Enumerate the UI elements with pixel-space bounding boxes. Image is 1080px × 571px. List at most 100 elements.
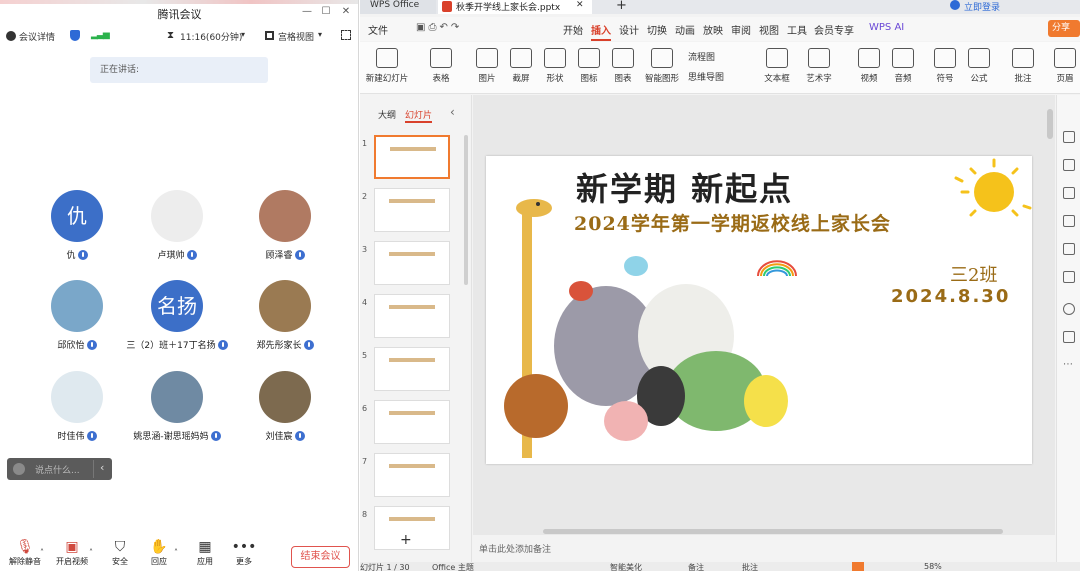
video-button[interactable]: 视频	[852, 48, 886, 84]
comment-button[interactable]: 批注	[1006, 48, 1040, 84]
participant-tile[interactable]: 仇仇	[22, 190, 132, 261]
template-icon[interactable]	[1063, 271, 1075, 283]
fullscreen-icon[interactable]	[341, 30, 351, 40]
table-button[interactable]: 表格	[424, 48, 458, 84]
sidebar-tool-icon[interactable]	[1063, 131, 1075, 143]
app-tab-bar: WPS Office 秋季开学线上家长会.pptx ✕ + 立即登录	[360, 0, 1080, 14]
menu-review[interactable]: 审阅	[731, 22, 751, 37]
chevron-down-icon[interactable]: ▾	[318, 30, 322, 39]
start-video-button[interactable]: ▣ 开启视频	[52, 538, 92, 567]
maximize-icon[interactable]: ☐	[319, 6, 333, 18]
slide-thumbnail[interactable]	[374, 135, 450, 179]
outline-tab[interactable]: 大纲	[378, 108, 396, 121]
notes-area[interactable]: 单击此处添加备注	[473, 537, 1055, 561]
share-button[interactable]: 分享	[1048, 20, 1080, 37]
comment-toggle[interactable]: 批注	[742, 562, 758, 571]
collapse-panel-icon[interactable]: ‹	[450, 105, 455, 119]
menu-view[interactable]: 视图	[759, 22, 779, 37]
play-icon[interactable]	[852, 562, 864, 571]
textbox-button[interactable]: 文本框	[758, 48, 796, 84]
shape-button[interactable]: 形状	[538, 48, 572, 84]
symbol-button[interactable]: 符号	[928, 48, 962, 84]
vertical-scrollbar[interactable]	[1047, 109, 1053, 139]
participant-tile[interactable]: 邱欣怡	[22, 280, 132, 351]
unmute-button[interactable]: 🎙 解除静音	[5, 538, 45, 567]
login-link[interactable]: 立即登录	[964, 0, 1000, 13]
slide-thumbnail[interactable]	[374, 241, 450, 285]
new-tab-icon[interactable]: +	[616, 0, 627, 13]
menu-insert[interactable]: 插入	[591, 22, 611, 41]
smart-graphic-button[interactable]: 智能图形	[640, 48, 684, 84]
quick-access-icons[interactable]: ▣⎙↶↷	[416, 22, 462, 33]
help-icon[interactable]	[1063, 303, 1075, 315]
meeting-details-link[interactable]: 会议详情	[19, 30, 55, 43]
menu-member[interactable]: 会员专享	[814, 22, 854, 37]
chevron-up-icon[interactable]: ˄	[89, 548, 93, 557]
participant-tile[interactable]: 姚思涵-谢思瑶妈妈	[122, 371, 232, 442]
slide-thumbnail[interactable]	[374, 506, 450, 550]
end-meeting-button[interactable]: 结束会议	[291, 546, 350, 568]
menu-design[interactable]: 设计	[619, 22, 639, 37]
chevron-up-icon[interactable]: ˄	[174, 548, 178, 557]
header-button[interactable]: 页眉	[1050, 48, 1080, 84]
wordart-button[interactable]: 艺术字	[800, 48, 838, 84]
more-button[interactable]: ••• 更多	[224, 538, 264, 567]
menu-switch[interactable]: 切换	[647, 22, 667, 37]
slides-tab[interactable]: 幻灯片	[405, 108, 433, 123]
participant-tile[interactable]: 顾泽睿	[230, 190, 340, 261]
close-icon[interactable]: ✕	[339, 6, 353, 18]
menu-slideshow[interactable]: 放映	[703, 22, 723, 37]
screenshot-button[interactable]: 截屏	[504, 48, 538, 84]
chat-input[interactable]: 说点什么... ‹	[7, 458, 112, 480]
menu-wps-ai[interactable]: WPS AI	[869, 22, 904, 33]
notes-toggle[interactable]: 备注	[688, 562, 704, 571]
current-slide[interactable]: 新学期 新起点 2024学年第一学期返校线上家长会 三2班 2024.8.30	[486, 156, 1032, 464]
minimize-icon[interactable]: —	[300, 6, 314, 18]
zoom-level[interactable]: 58%	[924, 562, 942, 571]
icon-button[interactable]: 图标	[572, 48, 606, 84]
menu-file[interactable]: 文件	[368, 22, 388, 37]
flowchart-button[interactable]: 流程图	[688, 50, 715, 63]
close-tab-icon[interactable]: ✕	[576, 0, 584, 10]
add-slide-icon[interactable]: +	[400, 532, 412, 548]
shield-icon[interactable]	[70, 30, 80, 41]
reaction-button[interactable]: ✋ 回应	[139, 538, 179, 567]
grid-icon[interactable]	[265, 31, 274, 40]
collapse-icon[interactable]: ‹	[100, 461, 104, 474]
image-icon[interactable]	[1063, 215, 1075, 227]
participant-tile[interactable]: 时佳伟	[22, 371, 132, 442]
mindmap-button[interactable]: 思维导图	[688, 70, 724, 83]
picture-button[interactable]: 图片	[470, 48, 504, 84]
scrollbar[interactable]	[464, 135, 468, 285]
slide-thumbnail[interactable]	[374, 188, 450, 232]
horizontal-scrollbar[interactable]	[543, 529, 1003, 534]
participant-tile[interactable]: 刘佳宸	[230, 371, 340, 442]
participant-tile[interactable]: 郑先彤家长	[230, 280, 340, 351]
chart-button[interactable]: 图表	[606, 48, 640, 84]
participant-tile[interactable]: 名扬 三（2）班＋17丁名扬	[122, 280, 232, 351]
chevron-up-icon[interactable]: ˄	[40, 548, 44, 557]
slide-thumbnail[interactable]	[374, 453, 450, 497]
formula-button[interactable]: 公式	[962, 48, 996, 84]
layout-icon[interactable]	[1063, 187, 1075, 199]
view-mode-label[interactable]: 宫格视图	[278, 30, 314, 43]
menu-tools[interactable]: 工具	[787, 22, 807, 37]
new-slide-button[interactable]: 新建幻灯片	[362, 48, 412, 84]
settings-icon[interactable]	[1063, 331, 1075, 343]
more-icon[interactable]: ⋯	[1063, 359, 1073, 370]
star-icon[interactable]	[1063, 159, 1075, 171]
audio-button[interactable]: 音频	[886, 48, 920, 84]
theme-name[interactable]: Office 主题	[432, 562, 474, 571]
beautify-button[interactable]: 智能美化	[610, 562, 642, 571]
apps-button[interactable]: ▦ 应用	[185, 538, 225, 567]
menu-animation[interactable]: 动画	[675, 22, 695, 37]
emoji-icon[interactable]	[13, 463, 25, 475]
security-button[interactable]: ⛉ 安全	[100, 538, 140, 567]
slide-thumbnail[interactable]	[374, 347, 450, 391]
slide-thumbnail[interactable]	[374, 400, 450, 444]
animation-icon[interactable]	[1063, 243, 1075, 255]
chevron-down-icon[interactable]: ▾	[241, 30, 245, 39]
menu-start[interactable]: 开始	[563, 22, 583, 37]
slide-thumbnail[interactable]	[374, 294, 450, 338]
participant-tile[interactable]: 卢琪帅	[122, 190, 232, 261]
